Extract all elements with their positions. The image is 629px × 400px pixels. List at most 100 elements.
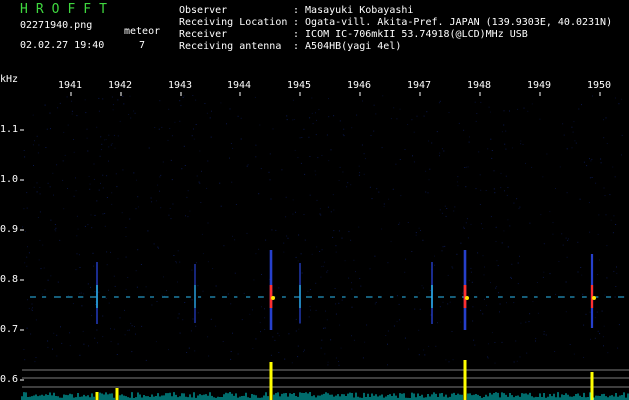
noise-dot bbox=[615, 286, 617, 287]
noise-dot bbox=[131, 325, 133, 327]
noise-dot bbox=[527, 110, 529, 112]
noise-dot bbox=[574, 140, 576, 142]
noise-dot bbox=[590, 160, 592, 162]
noise-dot bbox=[321, 339, 323, 341]
noise-dot bbox=[525, 162, 526, 164]
noise-dot bbox=[54, 224, 56, 225]
noise-dot bbox=[69, 345, 71, 347]
noise-dot bbox=[278, 287, 280, 289]
noise-dot bbox=[494, 342, 496, 343]
noise-dot bbox=[292, 199, 294, 201]
noise-dot bbox=[137, 249, 139, 251]
noise-dot bbox=[411, 119, 413, 121]
noise-dot bbox=[326, 271, 328, 273]
noise-dot bbox=[509, 110, 510, 112]
noise-dot bbox=[111, 203, 113, 205]
noise-dot bbox=[297, 157, 299, 159]
noise-dot bbox=[396, 321, 398, 323]
noise-dot bbox=[373, 104, 375, 106]
noise-dot bbox=[363, 173, 365, 175]
noise-dot bbox=[147, 230, 149, 232]
noise-dot bbox=[364, 158, 366, 160]
noise-dot bbox=[506, 194, 508, 196]
noise-dot bbox=[190, 330, 192, 332]
noise-dot bbox=[117, 258, 119, 260]
noise-dot bbox=[230, 351, 232, 352]
noise-dot bbox=[179, 120, 181, 122]
noise-dot bbox=[151, 304, 153, 306]
noise-dot bbox=[73, 195, 75, 197]
noise-dot bbox=[479, 204, 481, 205]
noise-dot bbox=[104, 213, 106, 214]
noise-dot bbox=[555, 293, 557, 295]
noise-dot bbox=[387, 262, 389, 264]
noise-dot bbox=[75, 190, 77, 192]
noise-dot bbox=[407, 222, 409, 223]
noise-dot bbox=[604, 195, 606, 197]
noise-dot bbox=[515, 340, 517, 342]
noise-dot bbox=[71, 110, 73, 112]
noise-dot bbox=[110, 251, 111, 253]
noise-dot bbox=[578, 108, 580, 110]
noise-dot bbox=[215, 285, 217, 287]
noise-dot bbox=[360, 285, 362, 287]
noise-dot bbox=[453, 210, 455, 212]
noise-dot bbox=[383, 203, 385, 205]
noise-dot bbox=[374, 303, 376, 305]
noise-dot bbox=[456, 181, 458, 183]
noise-dot bbox=[437, 322, 438, 324]
noise-dot bbox=[195, 262, 197, 264]
noise-dot bbox=[369, 268, 371, 270]
noise-dot bbox=[456, 253, 458, 255]
noise-dot bbox=[338, 302, 340, 304]
noise-dot bbox=[114, 285, 116, 287]
noise-dot bbox=[206, 187, 208, 189]
noise-dot bbox=[102, 174, 104, 176]
noise-dot bbox=[480, 101, 482, 103]
noise-dot bbox=[47, 279, 49, 281]
noise-dot bbox=[320, 347, 322, 349]
noise-dot bbox=[434, 264, 436, 266]
noise-dot bbox=[93, 265, 95, 267]
noise-dot bbox=[529, 222, 531, 224]
noise-dot bbox=[286, 235, 288, 237]
noise-dot bbox=[351, 306, 353, 308]
noise-dot bbox=[499, 303, 501, 305]
noise-dot bbox=[443, 150, 445, 152]
noise-dot bbox=[395, 163, 397, 165]
noise-dot bbox=[487, 343, 489, 345]
noise-dot bbox=[495, 241, 497, 242]
noise-dot bbox=[549, 211, 551, 213]
noise-dot bbox=[605, 214, 607, 216]
noise-dot bbox=[195, 325, 197, 327]
noise-dot bbox=[98, 97, 100, 99]
noise-dot bbox=[589, 177, 591, 179]
noise-dot bbox=[198, 181, 200, 183]
noise-dot bbox=[292, 213, 294, 215]
noise-dot bbox=[439, 306, 441, 308]
noise-dot bbox=[439, 209, 441, 211]
noise-dot bbox=[405, 258, 407, 260]
noise-dot bbox=[359, 172, 361, 174]
noise-dot bbox=[295, 256, 297, 258]
noise-dot bbox=[33, 165, 34, 166]
noise-dot bbox=[323, 261, 325, 263]
noise-dot bbox=[171, 179, 173, 181]
noise-dot bbox=[294, 149, 296, 151]
noise-dot bbox=[505, 148, 507, 150]
noise-dot bbox=[185, 215, 186, 217]
noise-dot bbox=[155, 341, 157, 343]
noise-dot bbox=[47, 340, 49, 342]
noise-dot bbox=[600, 158, 602, 160]
noise-dot bbox=[499, 311, 500, 313]
noise-dot bbox=[451, 266, 453, 268]
noise-dot bbox=[615, 224, 617, 225]
noise-dot bbox=[581, 274, 583, 276]
noise-dot bbox=[183, 95, 185, 97]
noise-dot bbox=[438, 102, 440, 104]
noise-dot bbox=[69, 332, 71, 334]
noise-dot bbox=[84, 225, 86, 227]
noise-dot bbox=[381, 228, 383, 230]
noise-dot bbox=[424, 354, 426, 356]
noise-dot bbox=[594, 317, 596, 319]
